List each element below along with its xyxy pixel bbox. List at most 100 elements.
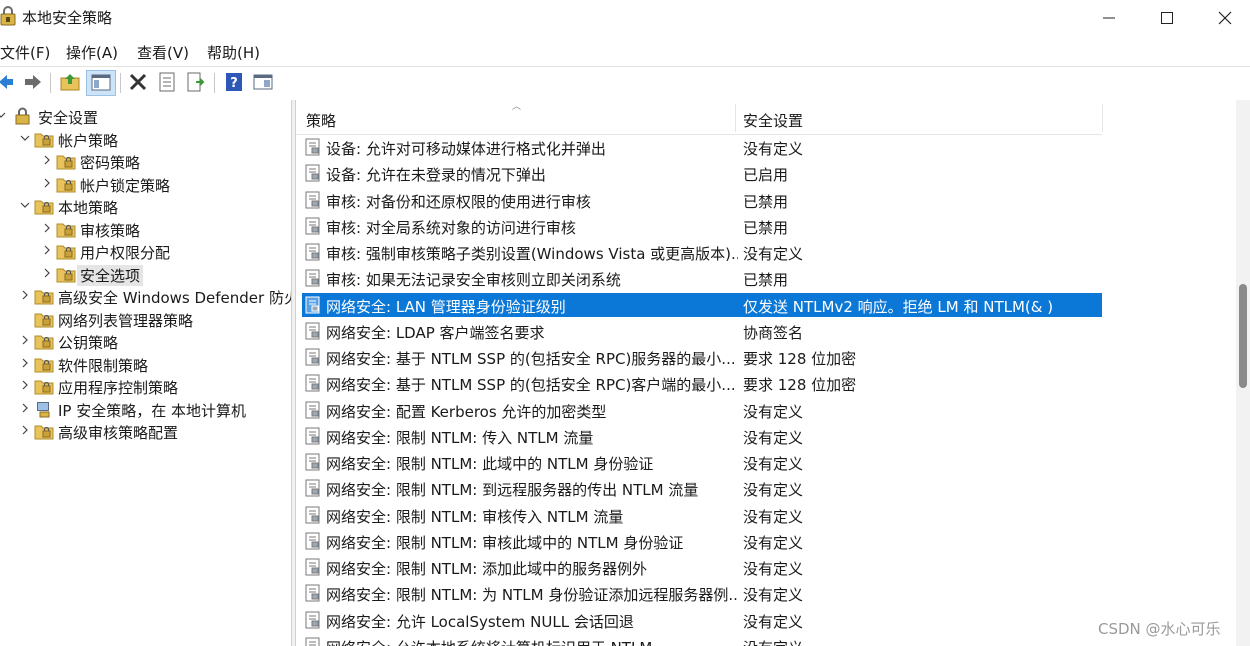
view-pane-icon[interactable] bbox=[251, 70, 275, 94]
policy-row[interactable]: 网络安全: 基于 NTLM SSP 的(包括安全 RPC)服务器的最小... 要求… bbox=[302, 345, 1102, 369]
title-bar: 本地安全策略 bbox=[0, 0, 1250, 36]
policy-item-icon bbox=[305, 506, 320, 523]
tree-node[interactable]: 应用程序控制策略 bbox=[0, 375, 291, 397]
security-setting-value: 没有定义 bbox=[743, 507, 804, 526]
tree-node[interactable]: 公钥策略 bbox=[0, 330, 291, 352]
expand-closed-chevron-icon[interactable] bbox=[20, 380, 30, 390]
policy-item-icon bbox=[305, 164, 320, 182]
policy-item-icon bbox=[305, 611, 320, 628]
ip-security-policy-icon bbox=[37, 401, 50, 417]
policy-row[interactable]: 网络安全: 允许 LocalSystem NULL 会话回退 没有定义 bbox=[302, 608, 1102, 632]
security-setting-value: 已禁用 bbox=[743, 271, 789, 290]
policy-row[interactable]: 网络安全: 限制 NTLM: 为 NTLM 身份验证添加远程服务器例... 没有定… bbox=[302, 581, 1102, 605]
vertical-scrollbar[interactable] bbox=[1236, 100, 1250, 646]
security-setting-value: 要求 128 位加密 bbox=[743, 376, 857, 395]
tree-pane: 安全设置 帐户策略密码策略 帐户锁定策略 本地策略 审核策略 用户权限分配 安全选项 高级安全… bbox=[0, 100, 291, 646]
policy-item-icon bbox=[305, 191, 320, 208]
policy-row[interactable]: 审核: 对全局系统对象的访问进行审核 已禁用 bbox=[302, 214, 1102, 238]
tree-node[interactable]: IP 安全策略，在 本地计算机 bbox=[0, 398, 291, 420]
column-header-policy[interactable]: 策略 bbox=[306, 110, 336, 131]
expand-open-chevron-icon[interactable] bbox=[20, 200, 30, 210]
window-title: 本地安全策略 bbox=[22, 9, 113, 27]
policy-row[interactable]: 网络安全: 限制 NTLM: 到远程服务器的传出 NTLM 流量 没有定义 bbox=[302, 476, 1102, 500]
policy-row-selected[interactable]: 网络安全: LAN 管理器身份验证级别 仅发送 NTLMv2 响应。拒绝 LM 和… bbox=[302, 292, 1102, 317]
policy-name: 审核: 对备份和还原权限的使用进行审核 bbox=[326, 192, 591, 211]
policy-row[interactable]: 网络安全: 基于 NTLM SSP 的(包括安全 RPC)客户端的最小... 要求… bbox=[302, 371, 1102, 395]
security-setting-value: 仅发送 NTLMv2 响应。拒绝 LM 和 NTLM(& ) bbox=[743, 297, 1054, 316]
expand-closed-chevron-icon[interactable] bbox=[42, 223, 52, 233]
expand-open-chevron-icon[interactable] bbox=[20, 133, 30, 143]
tree-node-label: 安全设置 bbox=[38, 109, 99, 127]
policy-row[interactable]: 网络安全: 限制 NTLM: 添加此域中的服务器例外 没有定义 bbox=[302, 555, 1102, 579]
tree-node[interactable]: 安全设置 bbox=[0, 105, 291, 127]
tree-node[interactable]: 高级安全 Windows Defender 防火墙 bbox=[0, 285, 291, 307]
expand-closed-chevron-icon[interactable] bbox=[42, 268, 52, 278]
tree-node[interactable]: 网络列表管理器策略 bbox=[0, 308, 291, 330]
expand-closed-chevron-icon[interactable] bbox=[42, 178, 52, 188]
menu-view[interactable]: 查看(V) bbox=[137, 42, 189, 63]
properties-icon[interactable] bbox=[155, 70, 179, 94]
expand-closed-chevron-icon[interactable] bbox=[42, 245, 52, 255]
up-folder-icon[interactable] bbox=[58, 70, 82, 94]
minimize-button[interactable] bbox=[1080, 0, 1138, 36]
no-expand-placeholder bbox=[20, 313, 30, 323]
policy-name: 网络安全: 配置 Kerberos 允许的加密类型 bbox=[326, 402, 607, 421]
policy-row[interactable]: 审核: 如果无法记录安全审核则立即关闭系统 已禁用 bbox=[302, 266, 1102, 290]
expand-closed-chevron-icon[interactable] bbox=[20, 335, 30, 345]
tree-node[interactable]: 帐户锁定策略 bbox=[0, 173, 291, 195]
policy-folder-icon bbox=[56, 155, 76, 170]
maximize-button[interactable] bbox=[1138, 0, 1196, 36]
tree-node-label: 密码策略 bbox=[80, 154, 141, 172]
security-setting-value: 没有定义 bbox=[743, 245, 804, 263]
tree-node[interactable]: 软件限制策略 bbox=[0, 353, 291, 375]
policy-row[interactable]: 设备: 允许对可移动媒体进行格式化并弹出 没有定义 bbox=[302, 135, 1102, 159]
policy-item-icon bbox=[305, 584, 320, 602]
expand-closed-chevron-icon[interactable] bbox=[20, 290, 30, 300]
close-button[interactable] bbox=[1196, 0, 1250, 36]
tree-node[interactable]: 用户权限分配 bbox=[0, 240, 291, 262]
policy-row[interactable]: 设备: 允许在未登录的情况下弹出 已启用 bbox=[302, 161, 1102, 185]
show-hide-tree-icon[interactable] bbox=[86, 70, 116, 96]
policy-name: 网络安全: 允许 LocalSystem NULL 会话回退 bbox=[326, 612, 634, 631]
policy-row[interactable]: 网络安全: 允许本地系统将计算机标识用于 NTLM 没有定义 bbox=[302, 634, 1102, 646]
expand-open-chevron-icon[interactable] bbox=[0, 110, 6, 120]
scrollbar-thumb[interactable] bbox=[1239, 284, 1247, 388]
menu-file[interactable]: 文件(F) bbox=[0, 42, 50, 63]
export-list-icon[interactable] bbox=[184, 70, 208, 94]
menu-action[interactable]: 操作(A) bbox=[66, 42, 118, 63]
policy-item-icon bbox=[305, 401, 320, 418]
delete-icon[interactable] bbox=[126, 70, 150, 94]
expand-closed-chevron-icon[interactable] bbox=[20, 425, 30, 435]
tree-node[interactable]: 本地策略 bbox=[0, 195, 291, 217]
policy-item-icon bbox=[305, 453, 320, 471]
expand-closed-chevron-icon[interactable] bbox=[42, 155, 52, 165]
policy-row[interactable]: 审核: 强制审核策略子类别设置(Windows Vista 或更高版本)... 没… bbox=[302, 240, 1102, 264]
tree-node-selected[interactable]: 安全选项 bbox=[0, 263, 291, 286]
policy-row[interactable]: 网络安全: 限制 NTLM: 审核传入 NTLM 流量 没有定义 bbox=[302, 503, 1102, 527]
column-divider[interactable] bbox=[735, 104, 736, 132]
policy-row[interactable]: 网络安全: 配置 Kerberos 允许的加密类型 没有定义 bbox=[302, 398, 1102, 422]
back-icon[interactable] bbox=[0, 70, 20, 94]
toolbar: ? bbox=[0, 66, 1250, 97]
policy-row[interactable]: 网络安全: 限制 NTLM: 此域中的 NTLM 身份验证 没有定义 bbox=[302, 450, 1102, 474]
tree-node[interactable]: 高级审核策略配置 bbox=[0, 420, 291, 442]
menu-help[interactable]: 帮助(H) bbox=[207, 42, 260, 63]
column-header-setting[interactable]: 安全设置 bbox=[743, 110, 803, 131]
policy-item-icon bbox=[305, 637, 320, 646]
tree-node[interactable]: 帐户策略 bbox=[0, 128, 291, 150]
watermark: CSDN @水心可乐 bbox=[1098, 620, 1221, 638]
column-divider[interactable] bbox=[1102, 104, 1103, 132]
policy-row[interactable]: 网络安全: LDAP 客户端签名要求 协商签名 bbox=[302, 319, 1102, 343]
tree-node-label: 公钥策略 bbox=[58, 334, 119, 352]
policy-row[interactable]: 网络安全: 限制 NTLM: 审核此域中的 NTLM 身份验证 没有定义 bbox=[302, 529, 1102, 553]
expand-closed-chevron-icon[interactable] bbox=[20, 358, 30, 368]
tree-node-label: IP 安全策略，在 本地计算机 bbox=[58, 401, 247, 420]
policy-name: 网络安全: 限制 NTLM: 此域中的 NTLM 身份验证 bbox=[326, 455, 654, 473]
forward-icon[interactable] bbox=[20, 70, 44, 94]
policy-row[interactable]: 网络安全: 限制 NTLM: 传入 NTLM 流量 没有定义 bbox=[302, 424, 1102, 448]
help-icon[interactable]: ? bbox=[222, 70, 246, 94]
tree-node[interactable]: 密码策略 bbox=[0, 150, 291, 172]
policy-row[interactable]: 审核: 对备份和还原权限的使用进行审核 已禁用 bbox=[302, 188, 1102, 212]
expand-closed-chevron-icon[interactable] bbox=[20, 403, 30, 413]
tree-node[interactable]: 审核策略 bbox=[0, 218, 291, 240]
